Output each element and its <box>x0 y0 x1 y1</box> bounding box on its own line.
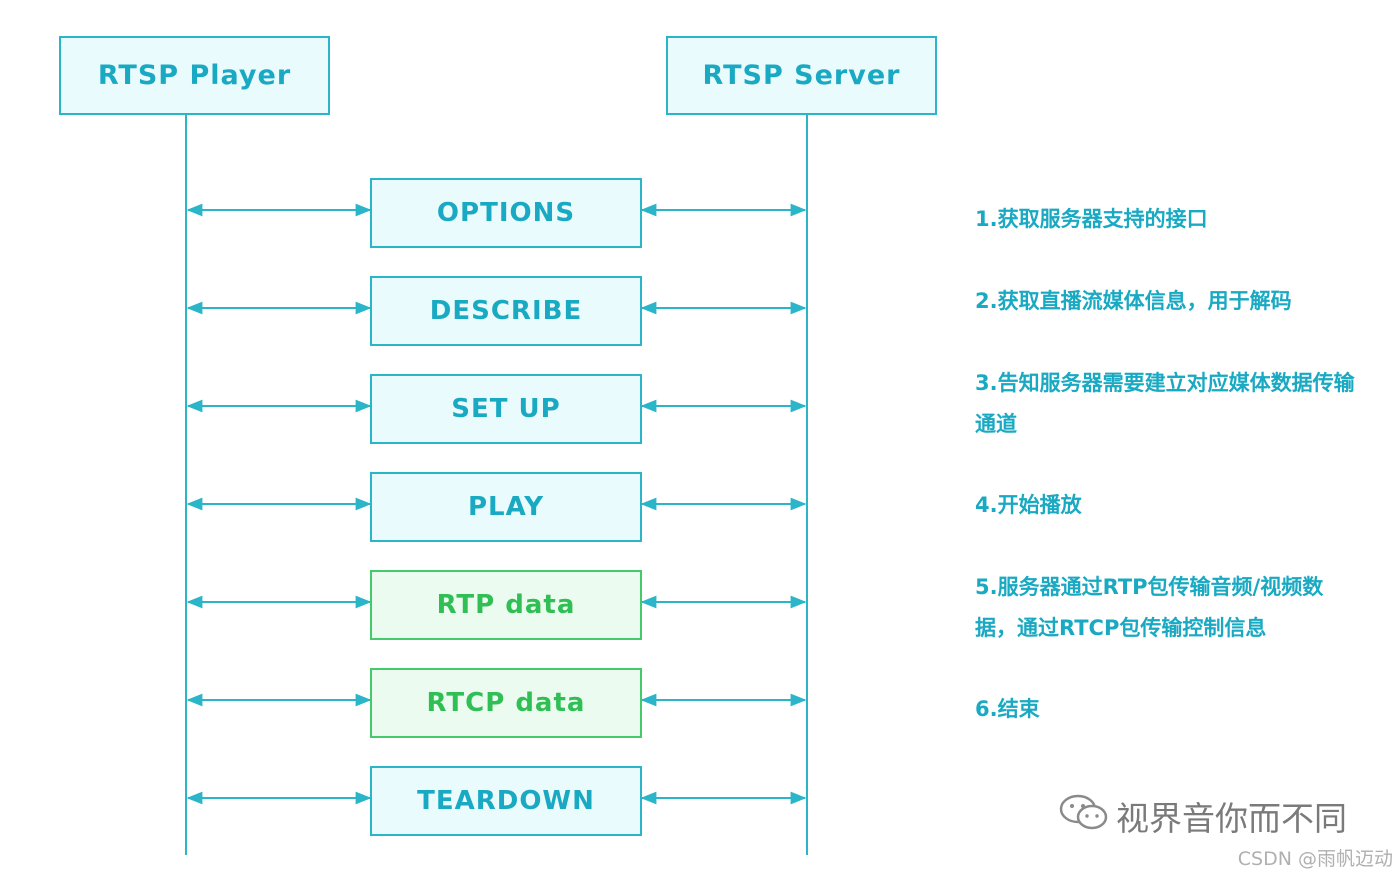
message-setup: SET UP <box>370 374 642 444</box>
note-1: 1.获取服务器支持的接口 <box>975 207 1208 231</box>
message-rtcp-data: RTCP data <box>370 668 642 738</box>
note-2: 2.获取直播流媒体信息，用于解码 <box>975 289 1292 313</box>
note-6: 6.结束 <box>975 697 1040 721</box>
wechat-icon <box>1058 792 1110 840</box>
watermark: 视界音你而不同 <box>1058 792 1347 840</box>
note-4: 4.开始播放 <box>975 493 1082 517</box>
message-rtp-data: RTP data <box>370 570 642 640</box>
message-play: PLAY <box>370 472 642 542</box>
message-options: OPTIONS <box>370 178 642 248</box>
watermark-text: 视界音你而不同 <box>1116 799 1347 838</box>
message-describe: DESCRIBE <box>370 276 642 346</box>
csdn-credit: CSDN @雨帆迈动 <box>1237 848 1393 870</box>
note-3: 3.告知服务器需要建立对应媒体数据传输通道 <box>975 371 1355 436</box>
message-teardown: TEARDOWN <box>370 766 642 836</box>
note-5: 5.服务器通过RTP包传输音频/视频数据，通过RTCP包传输控制信息 <box>975 575 1324 640</box>
